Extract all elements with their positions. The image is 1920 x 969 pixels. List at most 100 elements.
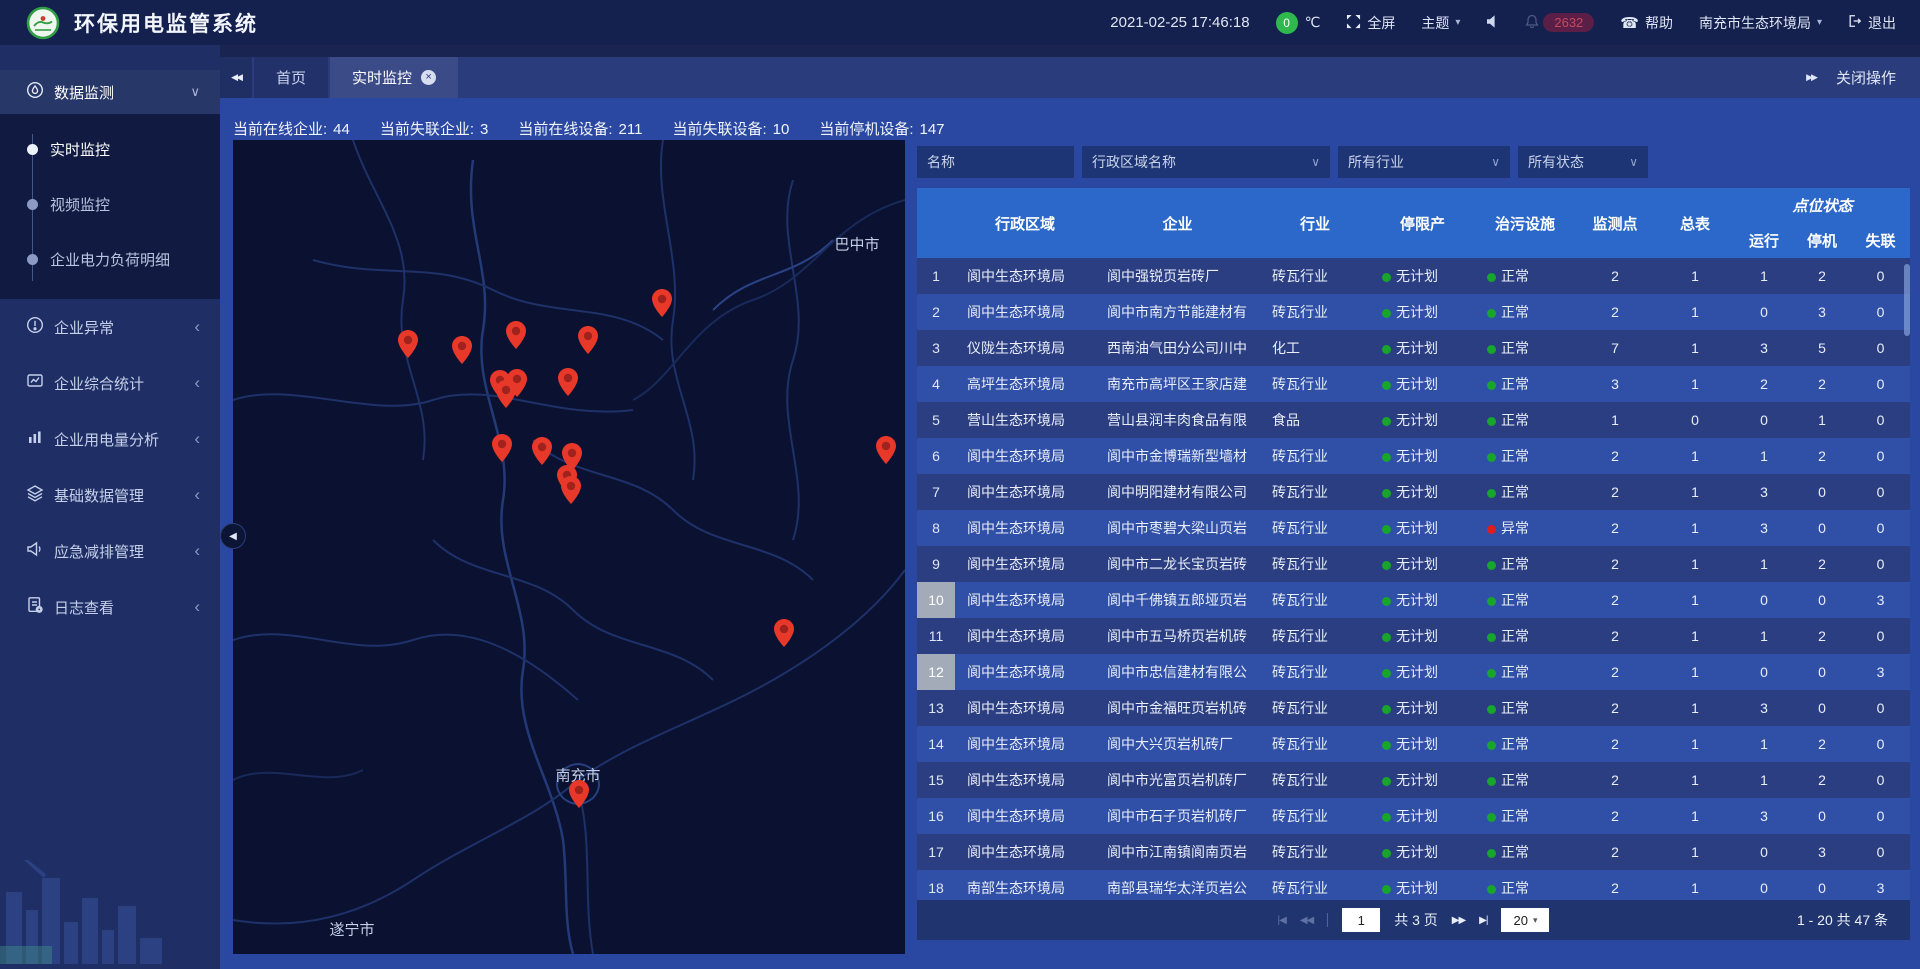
notifications[interactable]: 2632: [1525, 13, 1594, 32]
table-row[interactable]: 11 阆中生态环境局 阆中市五马桥页岩机砖 砖瓦行业 无计划 正常 2 1 1 …: [917, 618, 1910, 654]
facility-label: 正常: [1501, 844, 1529, 860]
page-number-input[interactable]: [1342, 908, 1380, 932]
map-collapse-button[interactable]: ◀: [220, 523, 246, 549]
map-pin-icon[interactable]: [561, 476, 581, 504]
table-row[interactable]: 10 阆中生态环境局 阆中千佛镇五郎垭页岩 砖瓦行业 无计划 正常 2 1 0 …: [917, 582, 1910, 618]
map-city-label: 遂宁市: [329, 919, 374, 940]
sidebar-group-data-monitoring[interactable]: 数据监测 ∨: [0, 70, 220, 114]
cell-industry: 砖瓦行业: [1260, 446, 1370, 466]
sound-toggle[interactable]: [1486, 15, 1499, 31]
region-filter-select[interactable]: 行政区域名称 ∨: [1082, 146, 1330, 178]
next-page-button[interactable]: ▶▶: [1452, 915, 1465, 926]
stat-offline-devices: 当前失联设备:10: [672, 118, 789, 139]
facility-dot: [1487, 885, 1496, 894]
cell-points: 2: [1575, 700, 1655, 716]
table-row[interactable]: 5 营山生态环境局 营山县润丰肉食品有限 食品 无计划 正常 1 0 0 1 0: [917, 402, 1910, 438]
facility-dot: [1487, 381, 1496, 390]
first-page-button[interactable]: |◀: [1278, 915, 1286, 926]
vertical-scrollbar-thumb[interactable]: [1904, 264, 1910, 336]
sidebar-item-video-monitoring[interactable]: 视频监控: [0, 177, 220, 232]
name-filter-field[interactable]: [917, 146, 1074, 178]
stat-online-devices: 当前在线设备:211: [518, 118, 642, 139]
fullscreen-button[interactable]: 全屏: [1346, 13, 1395, 33]
map-pin-icon[interactable]: [558, 368, 578, 396]
tab-home[interactable]: 首页: [254, 57, 328, 98]
facility-label: 正常: [1501, 772, 1529, 788]
map-pin-icon[interactable]: [532, 437, 552, 465]
plan-status-dot: [1382, 345, 1391, 354]
name-filter-input[interactable]: [927, 154, 1064, 170]
industry-filter-select[interactable]: 所有行业 ∨: [1338, 146, 1510, 178]
tab-close-icon[interactable]: ×: [421, 70, 436, 85]
cell-plan: 无计划: [1370, 338, 1475, 358]
map-panel[interactable]: 巴中市南充市遂宁市: [233, 140, 905, 954]
sidebar-item-realtime-monitoring[interactable]: 实时监控: [0, 122, 220, 177]
tabs-scroll-left-button[interactable]: ◀◀: [220, 57, 252, 98]
table-row[interactable]: 15 阆中生态环境局 阆中市光富页岩机砖厂 砖瓦行业 无计划 正常 2 1 1 …: [917, 762, 1910, 798]
sidebar-item-log-view[interactable]: 日志查看 ‹: [0, 579, 220, 635]
table-row[interactable]: 13 阆中生态环境局 阆中市金福旺页岩机砖 砖瓦行业 无计划 正常 2 1 3 …: [917, 690, 1910, 726]
table-row[interactable]: 2 阆中生态环境局 阆中市南方节能建材有 砖瓦行业 无计划 正常 2 1 0 3…: [917, 294, 1910, 330]
map-pin-icon[interactable]: [876, 436, 896, 464]
tab-label: 实时监控: [352, 67, 412, 88]
cell-stopped: 2: [1793, 736, 1851, 752]
last-page-button[interactable]: ▶|: [1479, 915, 1487, 926]
page-size-value: 20: [1513, 913, 1527, 928]
sidebar-item-power-analysis[interactable]: 企业用电量分析 ‹: [0, 411, 220, 467]
dropdown-caret-icon: ∨: [1629, 155, 1638, 169]
table-row[interactable]: 7 阆中生态环境局 阆中明阳建材有限公司 砖瓦行业 无计划 正常 2 1 3 0…: [917, 474, 1910, 510]
map-pin-icon[interactable]: [398, 330, 418, 358]
plan-label: 无计划: [1396, 700, 1438, 716]
table-row[interactable]: 8 阆中生态环境局 阆中市枣碧大梁山页岩 砖瓦行业 无计划 异常 2 1 3 0…: [917, 510, 1910, 546]
cell-meters: 1: [1655, 556, 1735, 572]
table-row[interactable]: 9 阆中生态环境局 阆中市二龙长宝页岩砖 砖瓦行业 无计划 正常 2 1 1 2…: [917, 546, 1910, 582]
cell-stopped: 2: [1793, 772, 1851, 788]
cell-plan: 无计划: [1370, 698, 1475, 718]
map-pin-icon[interactable]: [578, 326, 598, 354]
table-row[interactable]: 1 阆中生态环境局 阆中强锐页岩砖厂 砖瓦行业 无计划 正常 2 1 1 2 0: [917, 258, 1910, 294]
table-row[interactable]: 16 阆中生态环境局 阆中市石子页岩机砖厂 砖瓦行业 无计划 正常 2 1 3 …: [917, 798, 1910, 834]
map-pin-icon[interactable]: [506, 321, 526, 349]
map-pin-icon[interactable]: [492, 434, 512, 462]
cell-region: 阆中生态环境局: [955, 770, 1095, 790]
sidebar-item-enterprise-abnormal[interactable]: 企业异常 ‹: [0, 299, 220, 355]
table-row[interactable]: 17 阆中生态环境局 阆中市江南镇阆南页岩 砖瓦行业 无计划 正常 2 1 0 …: [917, 834, 1910, 870]
sidebar-item-emergency-reduction[interactable]: 应急减排管理 ‹: [0, 523, 220, 579]
double-right-arrow-icon[interactable]: ▶▶: [1806, 72, 1816, 83]
cell-plan: 无计划: [1370, 590, 1475, 610]
user-menu[interactable]: 南充市生态环境局 ▾: [1699, 13, 1822, 33]
tab-realtime-monitoring[interactable]: 实时监控 ×: [330, 57, 458, 98]
cell-company: 阆中千佛镇五郎垭页岩: [1095, 590, 1260, 610]
facility-dot: [1487, 561, 1496, 570]
map-pin-icon[interactable]: [652, 289, 672, 317]
help-button[interactable]: ☎ 帮助: [1620, 13, 1673, 33]
size-caret-icon: ▾: [1533, 915, 1538, 926]
sidebar-item-enterprise-statistics[interactable]: 企业综合统计 ‹: [0, 355, 220, 411]
map-pin-icon[interactable]: [569, 780, 589, 808]
map-pin-icon[interactable]: [496, 380, 516, 408]
table-row[interactable]: 4 高坪生态环境局 南充市高坪区王家店建 砖瓦行业 无计划 正常 3 1 2 2…: [917, 366, 1910, 402]
map-pin-icon[interactable]: [774, 619, 794, 647]
table-row[interactable]: 12 阆中生态环境局 阆中市忠信建材有限公 砖瓦行业 无计划 正常 2 1 0 …: [917, 654, 1910, 690]
table-row[interactable]: 6 阆中生态环境局 阆中市金博瑞新型墙材 砖瓦行业 无计划 正常 2 1 1 2…: [917, 438, 1910, 474]
cell-company: 南充市高坪区王家店建: [1095, 374, 1260, 394]
facility-dot: [1487, 741, 1496, 750]
map-pin-icon[interactable]: [452, 336, 472, 364]
table-row[interactable]: 3 仪陇生态环境局 西南油气田分公司川中 化工 无计划 正常 7 1 3 5 0: [917, 330, 1910, 366]
sidebar-item-base-data[interactable]: 基础数据管理 ‹: [0, 467, 220, 523]
close-operations-button[interactable]: 关闭操作: [1836, 67, 1896, 88]
sidebar-item-power-load-detail[interactable]: 企业电力负荷明细: [0, 232, 220, 287]
facility-dot: [1487, 525, 1496, 534]
cell-points: 7: [1575, 340, 1655, 356]
theme-dropdown[interactable]: 主题 ▾: [1421, 13, 1460, 33]
table-row[interactable]: 14 阆中生态环境局 阆中大兴页岩机砖厂 砖瓦行业 无计划 正常 2 1 1 2…: [917, 726, 1910, 762]
status-filter-select[interactable]: 所有状态 ∨: [1518, 146, 1648, 178]
page-size-select[interactable]: 20 ▾: [1501, 908, 1549, 932]
double-left-arrow-icon: ◀◀: [231, 72, 241, 83]
cell-industry: 砖瓦行业: [1260, 482, 1370, 502]
logout-button[interactable]: 退出: [1848, 13, 1896, 33]
stat-label: 当前失联企业:: [380, 121, 474, 138]
prev-page-button[interactable]: ◀◀: [1300, 915, 1313, 926]
cell-stopped: 2: [1793, 448, 1851, 464]
row-index: 5: [917, 402, 955, 438]
